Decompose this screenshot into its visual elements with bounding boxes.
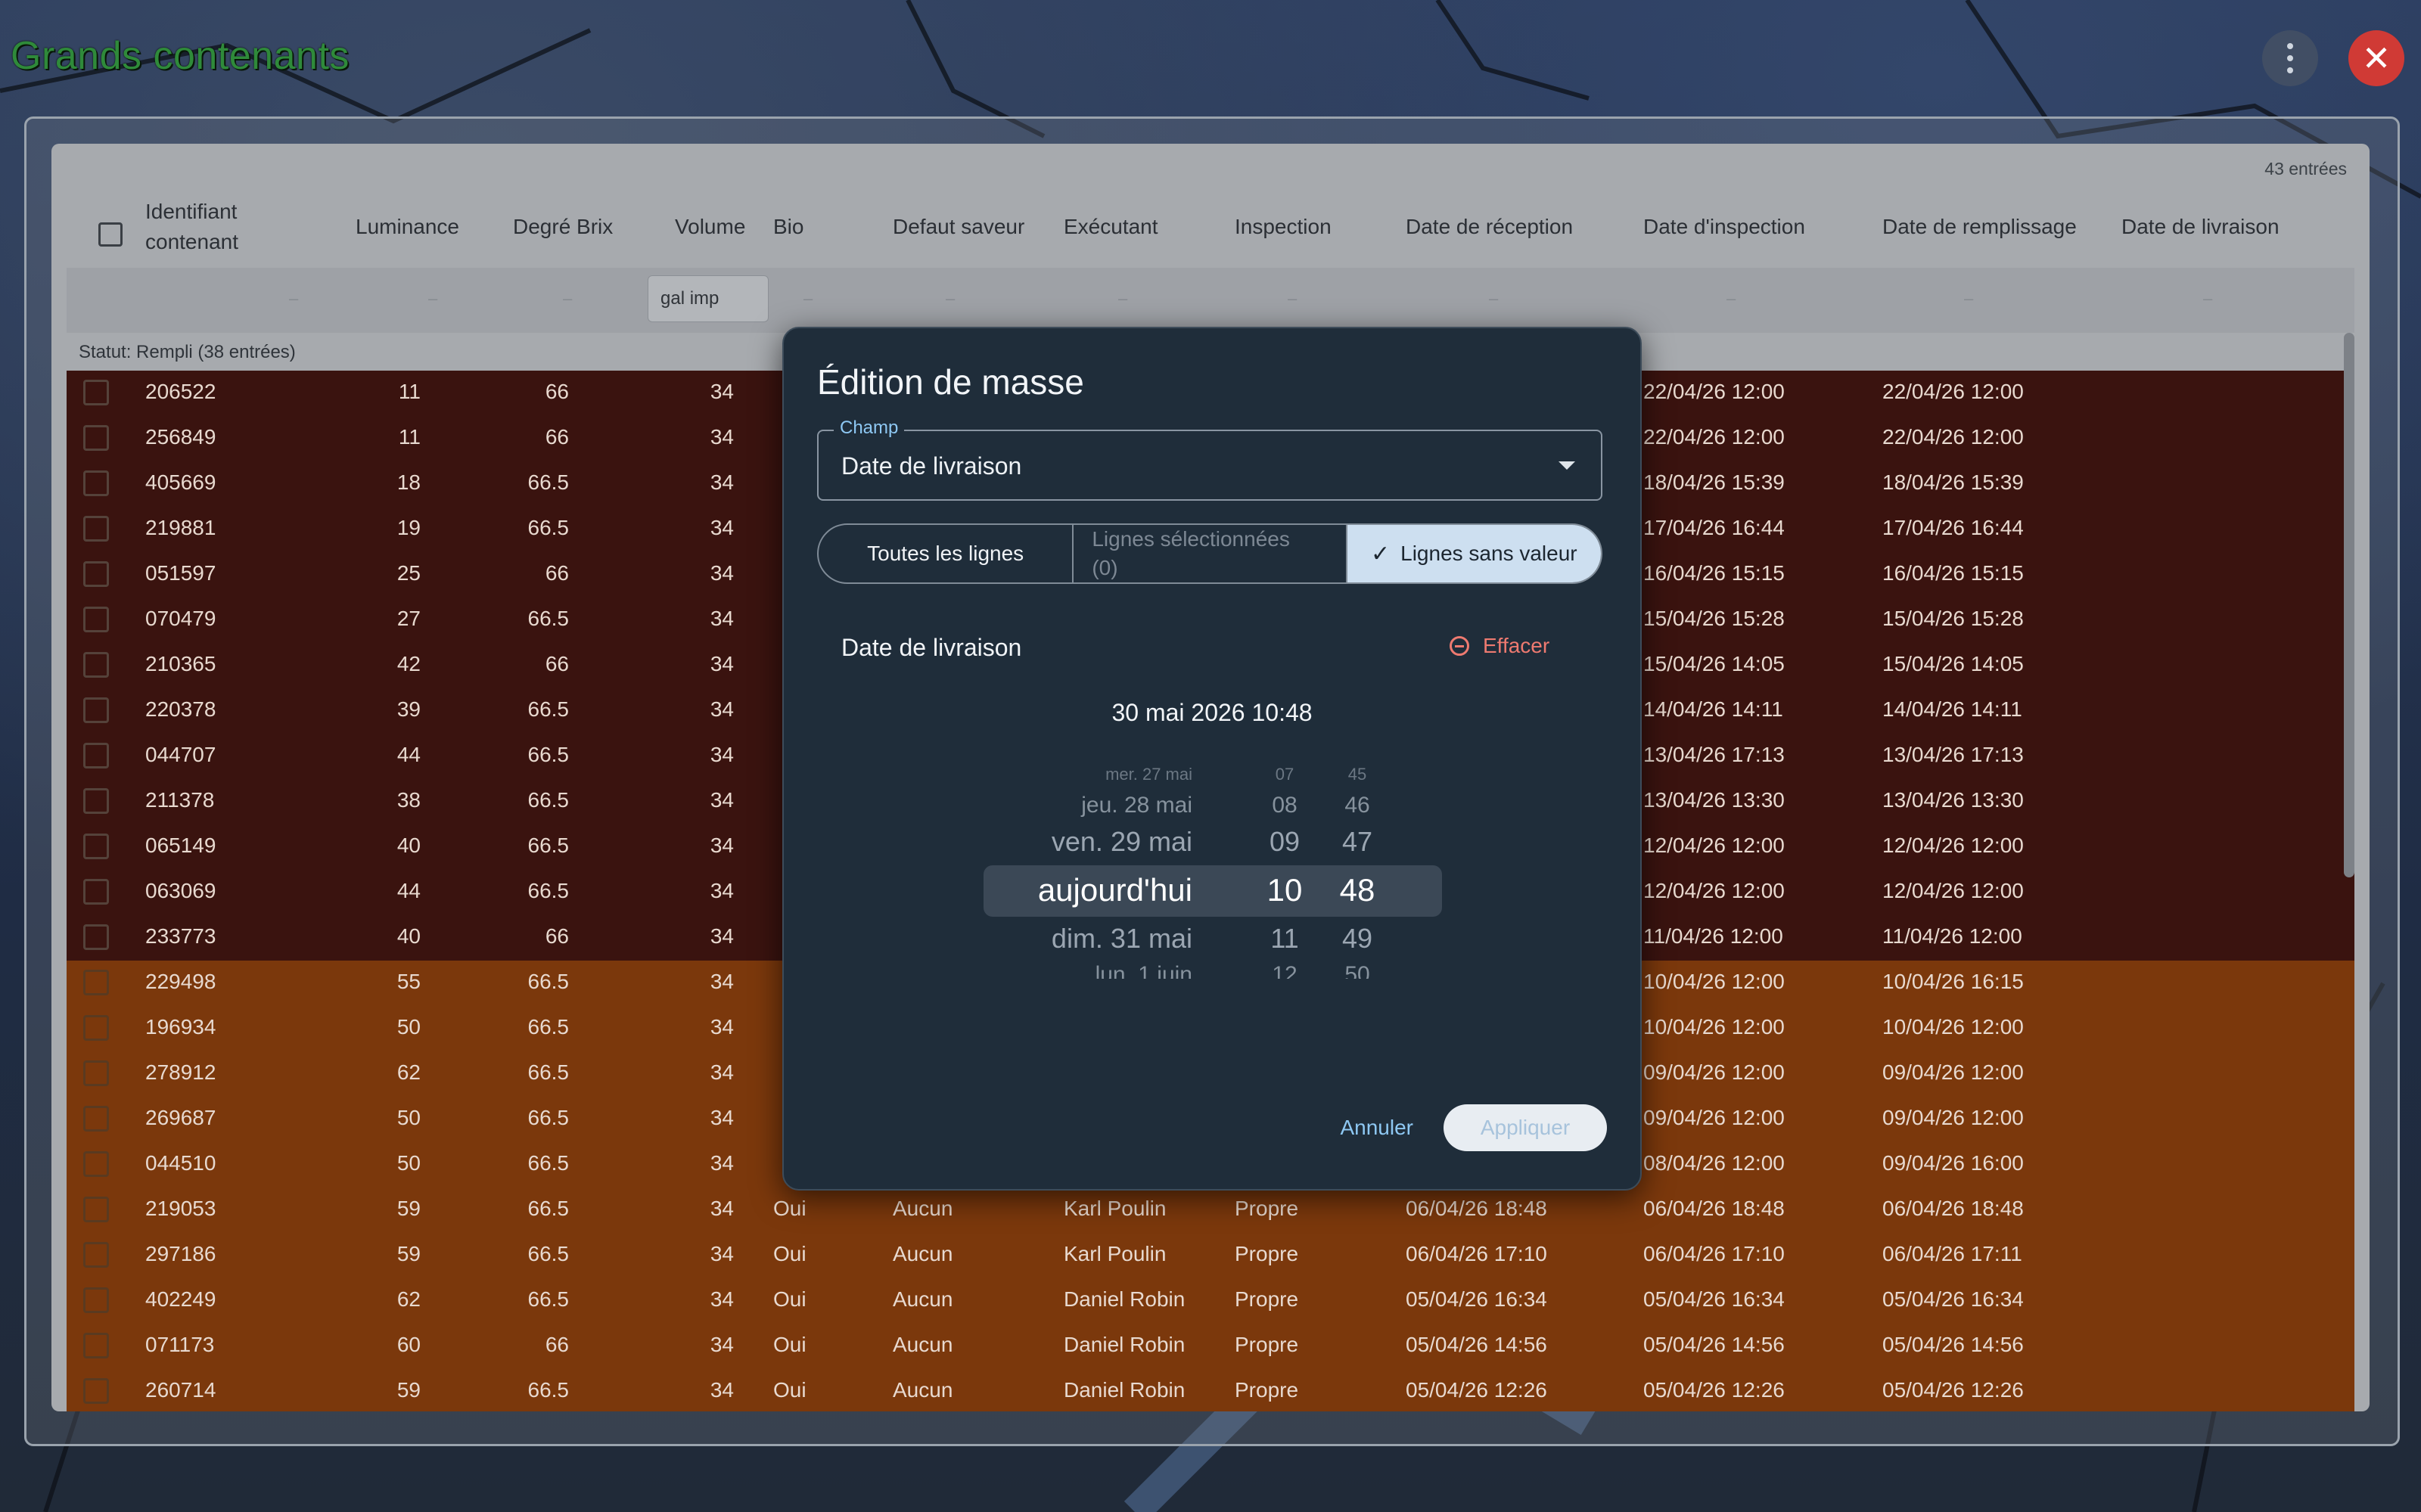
- picker-hour-option[interactable]: 11: [1254, 923, 1315, 955]
- picker-minute-option[interactable]: 46: [1327, 793, 1388, 818]
- clear-button[interactable]: Effacer: [1450, 634, 1549, 658]
- scope-selected-label: Lignes sélectionnées: [1092, 527, 1290, 551]
- check-icon: ✓: [1371, 541, 1391, 567]
- picker-minute-option[interactable]: 50: [1327, 962, 1388, 979]
- mass-edit-dialog: Édition de masse Champ Date de livraison…: [782, 327, 1642, 1191]
- picker-hour-option[interactable]: 07: [1254, 767, 1315, 784]
- field-select-value: Date de livraison: [841, 452, 1022, 480]
- selected-datetime: 30 mai 2026 10:48: [1111, 699, 1313, 726]
- cancel-button[interactable]: Annuler: [1340, 1116, 1413, 1140]
- picker-minute-option[interactable]: 47: [1327, 826, 1388, 858]
- picker-minute-selected[interactable]: 48: [1327, 872, 1388, 908]
- picker-hour-option[interactable]: 08: [1254, 793, 1315, 818]
- picker-day-option[interactable]: jeu. 28 mai: [1081, 793, 1192, 818]
- scope-selected-rows-button[interactable]: Lignes sélectionnées (0): [1072, 525, 1345, 582]
- scope-all-rows-button[interactable]: Toutes les lignes: [819, 525, 1072, 582]
- remove-circle-icon: [1450, 636, 1469, 656]
- picker-day-option[interactable]: dim. 31 mai: [1052, 923, 1192, 955]
- picker-hour-option[interactable]: 09: [1254, 826, 1315, 858]
- picker-day-option[interactable]: ven. 29 mai: [1052, 826, 1192, 858]
- picker-day-option[interactable]: lun. 1 juin: [1096, 962, 1192, 979]
- scope-empty-rows-button[interactable]: ✓ Lignes sans valeur: [1345, 525, 1601, 582]
- modal-overlay: Édition de masse Champ Date de livraison…: [0, 0, 2421, 1512]
- scope-toggle-group: Toutes les lignes Lignes sélectionnées (…: [817, 523, 1602, 584]
- field-select[interactable]: Champ Date de livraison: [817, 418, 1602, 501]
- datetime-wheel-picker[interactable]: mer. 27 mai jeu. 28 mai ven. 29 mai aujourd…: [984, 767, 1442, 979]
- apply-button[interactable]: Appliquer: [1444, 1104, 1607, 1151]
- picker-day-option[interactable]: mer. 27 mai: [1105, 767, 1192, 784]
- dialog-title: Édition de masse: [817, 362, 1084, 402]
- date-section-label: Date de livraison: [841, 634, 1022, 661]
- picker-hour-option[interactable]: 12: [1254, 962, 1315, 979]
- dropdown-caret-icon: [1559, 461, 1575, 470]
- scope-empty-label: Lignes sans valeur: [1400, 542, 1577, 565]
- scope-selected-count: (0): [1092, 556, 1118, 579]
- picker-minute-option[interactable]: 45: [1327, 767, 1388, 784]
- clear-button-label: Effacer: [1483, 634, 1550, 657]
- picker-hour-selected[interactable]: 10: [1254, 872, 1315, 908]
- field-select-label: Champ: [834, 418, 905, 439]
- dialog-actions: Annuler Appliquer: [1340, 1104, 1607, 1151]
- picker-day-selected[interactable]: aujourd'hui: [1038, 872, 1192, 908]
- picker-minute-option[interactable]: 49: [1327, 923, 1388, 955]
